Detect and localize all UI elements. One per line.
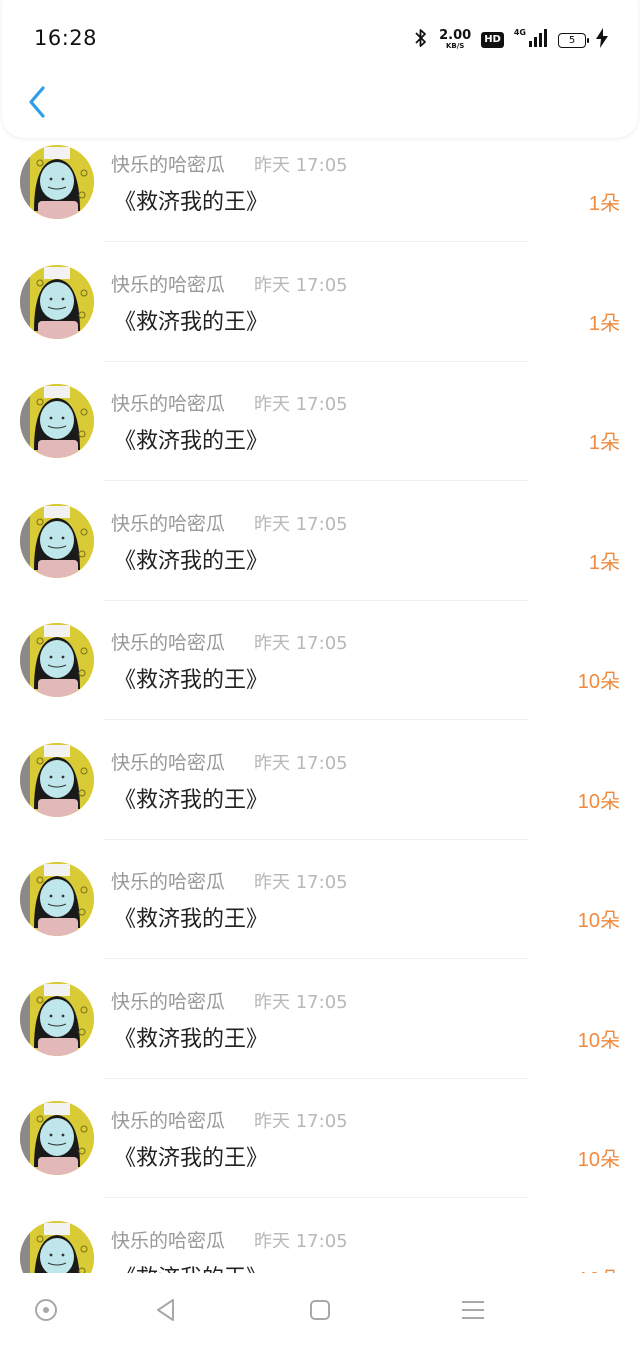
row-divider bbox=[104, 1077, 529, 1079]
avatar[interactable] bbox=[20, 742, 94, 817]
menu-lines-icon bbox=[460, 1297, 486, 1327]
gift-amount: 10朵 bbox=[577, 910, 620, 932]
home-button[interactable] bbox=[31, 1297, 61, 1327]
list-item[interactable]: 快乐的哈密瓜 昨天 17:05 《救济我的王》 1朵 bbox=[0, 138, 640, 258]
list-item[interactable]: 快乐的哈密瓜 昨天 17:05 《救济我的王》 10朵 bbox=[0, 1214, 640, 1274]
gift-message: 《救济我的王》 bbox=[114, 429, 269, 454]
list-item[interactable]: 快乐的哈密瓜 昨天 17:05 《救济我的王》 10朵 bbox=[0, 1094, 640, 1214]
gift-message: 《救济我的王》 bbox=[114, 1260, 268, 1274]
gift-message: 《救济我的王》 bbox=[114, 1026, 269, 1052]
network-speed-unit: KB/S bbox=[445, 42, 465, 50]
avatar[interactable] bbox=[20, 1101, 94, 1175]
avatar[interactable] bbox=[20, 145, 94, 219]
back-button[interactable] bbox=[22, 84, 52, 124]
avatar[interactable] bbox=[20, 981, 94, 1056]
timestamp: 昨天 17:05 bbox=[254, 1111, 348, 1132]
gift-message: 《救济我的王》 bbox=[114, 787, 269, 813]
timestamp: 昨天 17:05 bbox=[254, 872, 348, 893]
avatar[interactable] bbox=[20, 623, 94, 697]
home-circle-icon bbox=[33, 1297, 59, 1327]
row-divider bbox=[104, 958, 529, 959]
recents-button[interactable] bbox=[305, 1297, 335, 1327]
timestamp: 昨天 17:05 bbox=[254, 513, 348, 535]
list-item[interactable]: 快乐的哈密瓜 昨天 17:05 《救济我的王》 1朵 bbox=[0, 377, 640, 497]
gift-amount: 10朵 bbox=[577, 1149, 620, 1171]
row-divider bbox=[104, 599, 529, 601]
sender-name[interactable]: 快乐的哈密瓜 bbox=[111, 1226, 225, 1253]
status-bar: 16:28 2.00 KB/S HD 4G 5 bbox=[2, 0, 638, 78]
gift-message: 《救济我的王》 bbox=[114, 1146, 269, 1171]
avatar[interactable] bbox=[20, 264, 94, 339]
bluetooth-icon bbox=[413, 27, 429, 53]
row-divider bbox=[104, 480, 529, 481]
row-divider bbox=[104, 360, 529, 362]
signal-icon bbox=[528, 28, 548, 52]
system-navigation-bar bbox=[0, 1273, 640, 1351]
row-divider bbox=[104, 241, 529, 242]
gift-message: 《救济我的王》 bbox=[114, 907, 269, 932]
sender-name[interactable]: 快乐的哈密瓜 bbox=[111, 1106, 225, 1133]
network-speed-value: 2.00 bbox=[439, 28, 472, 43]
avatar[interactable] bbox=[20, 862, 94, 936]
list-item[interactable]: 快乐的哈密瓜 昨天 17:05 《救济我的王》 1朵 bbox=[0, 258, 640, 378]
chevron-left-icon bbox=[27, 86, 47, 122]
sender-name[interactable]: 快乐的哈密瓜 bbox=[111, 150, 225, 177]
network-speed: 2.00 KB/S bbox=[439, 29, 471, 51]
sender-name[interactable]: 快乐的哈密瓜 bbox=[111, 270, 225, 297]
timestamp: 昨天 17:05 bbox=[254, 155, 348, 176]
gift-amount: 10朵 bbox=[577, 790, 620, 813]
charging-icon bbox=[596, 28, 608, 52]
sender-name[interactable]: 快乐的哈密瓜 bbox=[111, 628, 225, 655]
menu-button[interactable] bbox=[458, 1297, 488, 1327]
gift-amount: 1朵 bbox=[588, 193, 620, 215]
list-item[interactable]: 快乐的哈密瓜 昨天 17:05 《救济我的王》 1朵 bbox=[0, 497, 640, 617]
gift-amount: 10朵 bbox=[577, 671, 620, 693]
list-item[interactable]: 快乐的哈密瓜 昨天 17:05 《救济我的王》 10朵 bbox=[0, 736, 640, 856]
gift-amount: 1朵 bbox=[588, 312, 620, 335]
hd-badge: HD bbox=[481, 32, 504, 48]
timestamp: 昨天 17:05 bbox=[254, 274, 348, 296]
gift-amount: 1朵 bbox=[588, 432, 620, 454]
gift-message: 《救济我的王》 bbox=[114, 668, 269, 693]
timestamp: 昨天 17:05 bbox=[254, 394, 348, 415]
sender-name[interactable]: 快乐的哈密瓜 bbox=[111, 867, 225, 894]
gift-message: 《救济我的王》 bbox=[114, 190, 269, 215]
list-item[interactable]: 快乐的哈密瓜 昨天 17:05 《救济我的王》 10朵 bbox=[0, 975, 640, 1095]
recents-square-icon bbox=[307, 1297, 333, 1327]
back-triangle-icon bbox=[153, 1297, 179, 1327]
timestamp: 昨天 17:05 bbox=[254, 991, 348, 1013]
network-type: 4G bbox=[513, 28, 526, 37]
sender-name[interactable]: 快乐的哈密瓜 bbox=[111, 748, 225, 775]
list-item[interactable]: 快乐的哈密瓜 昨天 17:05 《救济我的王》 10朵 bbox=[0, 616, 640, 736]
avatar[interactable] bbox=[20, 384, 94, 458]
row-divider bbox=[104, 719, 529, 720]
avatar[interactable] bbox=[20, 503, 94, 578]
status-icons: 2.00 KB/S HD 4G 5 bbox=[413, 26, 608, 54]
sender-name[interactable]: 快乐的哈密瓜 bbox=[111, 389, 225, 416]
sender-name[interactable]: 快乐的哈密瓜 bbox=[111, 987, 225, 1014]
gift-amount: 1朵 bbox=[588, 551, 620, 574]
row-divider bbox=[104, 838, 529, 840]
gift-message: 《救济我的王》 bbox=[114, 548, 269, 574]
list-item[interactable]: 快乐的哈密瓜 昨天 17:05 《救济我的王》 10朵 bbox=[0, 855, 640, 975]
avatar[interactable] bbox=[20, 1220, 94, 1273]
gift-record-list[interactable]: 快乐的哈密瓜 昨天 17:05 《救济我的王》 1朵 快乐的哈密瓜 昨天 17:05 《救济… bbox=[0, 138, 640, 1273]
gift-amount: 10朵 bbox=[578, 1263, 620, 1274]
header: 16:28 2.00 KB/S HD 4G 5 bbox=[2, 0, 638, 138]
gift-message: 《救济我的王》 bbox=[114, 309, 269, 335]
sender-name[interactable]: 快乐的哈密瓜 bbox=[111, 509, 225, 536]
battery-indicator: 5 bbox=[558, 32, 589, 48]
timestamp: 昨天 17:05 bbox=[254, 633, 348, 654]
timestamp: 昨天 17:05 bbox=[254, 1230, 348, 1252]
back-nav-button[interactable] bbox=[151, 1297, 181, 1327]
row-divider bbox=[104, 1197, 529, 1198]
status-time: 16:28 bbox=[34, 26, 98, 50]
gift-amount: 10朵 bbox=[577, 1029, 620, 1052]
timestamp: 昨天 17:05 bbox=[254, 752, 348, 774]
